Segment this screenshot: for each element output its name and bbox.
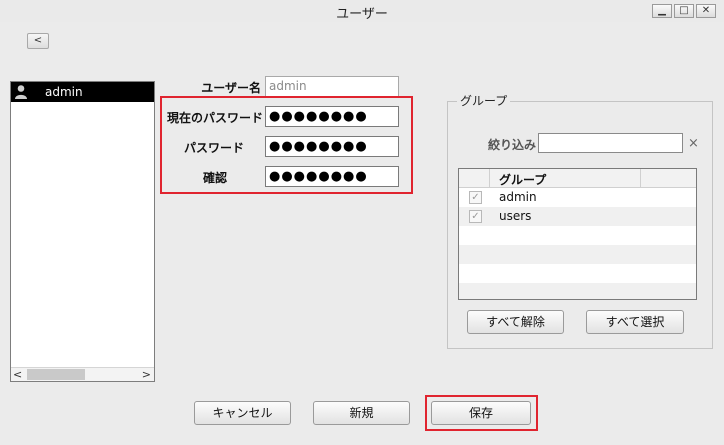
title-bar: ユーザー ▁ □ ✕: [0, 0, 724, 22]
username-field[interactable]: admin: [265, 76, 399, 97]
group-table[interactable]: グループ ✓ admin ✓ users: [458, 168, 697, 300]
user-dialog-window: ユーザー ▁ □ ✕ < admin < > ユーザー名 現在のパスワード パス…: [0, 0, 724, 445]
table-header: グループ: [459, 169, 696, 188]
group-column-header: グループ: [499, 173, 547, 187]
close-icon: ✕: [701, 5, 711, 16]
user-list[interactable]: admin < >: [10, 81, 155, 382]
scroll-right-icon[interactable]: >: [142, 368, 151, 381]
empty-row: [459, 226, 696, 245]
chevron-left-icon: <: [33, 35, 43, 46]
empty-row: [459, 245, 696, 264]
empty-row: [459, 264, 696, 283]
filter-label: 絞り込み: [488, 138, 537, 152]
group-checkbox[interactable]: ✓: [469, 191, 482, 204]
user-icon: [15, 85, 27, 99]
maximize-button[interactable]: □: [674, 4, 694, 18]
close-button[interactable]: ✕: [696, 4, 716, 18]
group-name: admin: [499, 190, 537, 204]
new-button[interactable]: 新規: [313, 401, 410, 425]
maximize-icon: □: [679, 5, 689, 16]
column-divider: [640, 169, 641, 188]
group-panel-title: グループ: [457, 92, 511, 109]
table-row[interactable]: ✓ admin: [459, 188, 696, 207]
group-checkbox[interactable]: ✓: [469, 210, 482, 223]
user-list-item-label: admin: [45, 85, 83, 99]
filter-input[interactable]: [538, 133, 683, 153]
group-name: users: [499, 209, 532, 223]
scrollbar-thumb[interactable]: [27, 369, 85, 380]
table-row[interactable]: ✓ users: [459, 207, 696, 226]
save-highlight-box: [425, 395, 538, 431]
column-divider: [489, 169, 490, 188]
empty-row: [459, 283, 696, 299]
window-title: ユーザー: [336, 7, 388, 22]
username-label: ユーザー名: [201, 81, 261, 95]
select-all-button[interactable]: すべて選択: [586, 310, 684, 334]
minimize-icon: ▁: [658, 5, 666, 16]
cancel-button[interactable]: キャンセル: [194, 401, 291, 425]
scroll-left-icon[interactable]: <: [13, 368, 22, 381]
minimize-button[interactable]: ▁: [652, 4, 672, 18]
password-highlight-box: [160, 96, 413, 194]
back-button[interactable]: <: [27, 33, 49, 49]
clear-filter-icon[interactable]: ×: [688, 136, 699, 151]
user-list-item-admin[interactable]: admin: [11, 82, 154, 102]
horizontal-scrollbar[interactable]: < >: [11, 367, 154, 381]
deselect-all-button[interactable]: すべて解除: [467, 310, 564, 334]
